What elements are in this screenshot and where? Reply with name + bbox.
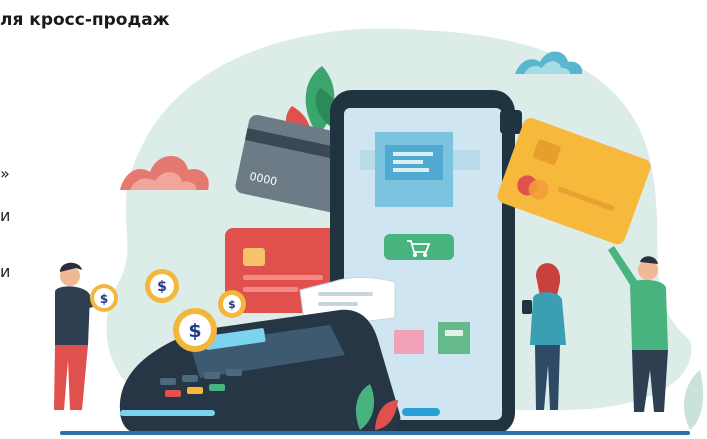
- phone-in-hand: [522, 300, 532, 314]
- coin-large: $: [173, 308, 217, 352]
- coin-medium: $: [145, 269, 179, 303]
- dollar-symbol: $: [188, 320, 201, 342]
- dollar-symbol: $: [100, 292, 108, 306]
- ground-line: [60, 431, 690, 435]
- coin-small: $: [218, 290, 246, 318]
- cross-sell-illustration: 0000 $ $ $ $: [54, 28, 704, 435]
- dollar-symbol: $: [157, 279, 167, 295]
- dollar-symbol: $: [228, 298, 236, 311]
- cart-button[interactable]: [384, 234, 454, 260]
